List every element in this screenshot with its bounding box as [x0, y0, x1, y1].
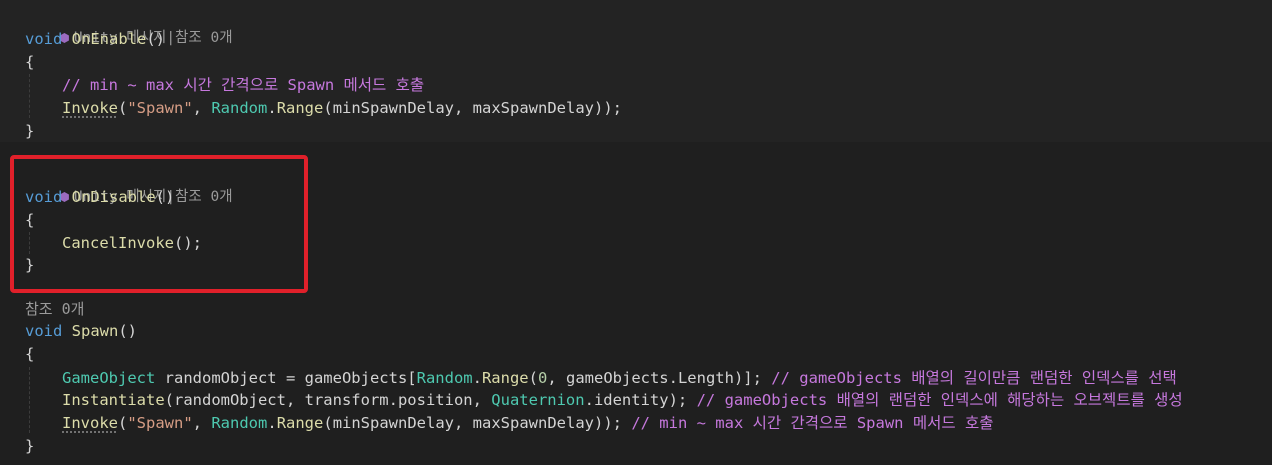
code-lens-spawn[interactable]: 참조 0개 — [25, 298, 84, 320]
onenable-signature: void OnEnable() — [25, 30, 165, 48]
spawn-open-brace: { — [25, 345, 35, 363]
indent-guide — [29, 74, 30, 118]
red-highlight-box — [10, 155, 308, 293]
code-editor[interactable]: Unity 메시지|참조 0개 void OnEnable() { // min… — [0, 0, 1272, 465]
spawn-randomobject-line: GameObject randomObject = gameObjects[Ra… — [62, 369, 1177, 387]
spawn-close-brace: } — [25, 437, 35, 455]
onenable-invoke-line: Invoke("Spawn", Random.Range(minSpawnDel… — [62, 99, 622, 117]
spawn-signature: void Spawn() — [25, 322, 138, 340]
indent-guide — [29, 367, 30, 433]
onenable-open-brace: { — [25, 53, 35, 71]
onenable-close-brace: } — [25, 122, 35, 140]
spawn-instantiate-line: Instantiate(randomObject, transform.posi… — [62, 391, 1183, 409]
onenable-comment: // min ~ max 시간 간격으로 Spawn 메서드 호출 — [62, 76, 425, 94]
spawn-invoke-line: Invoke("Spawn", Random.Range(minSpawnDel… — [62, 414, 994, 432]
code-lens-onenable[interactable]: Unity 메시지|참조 0개 — [25, 5, 233, 46]
